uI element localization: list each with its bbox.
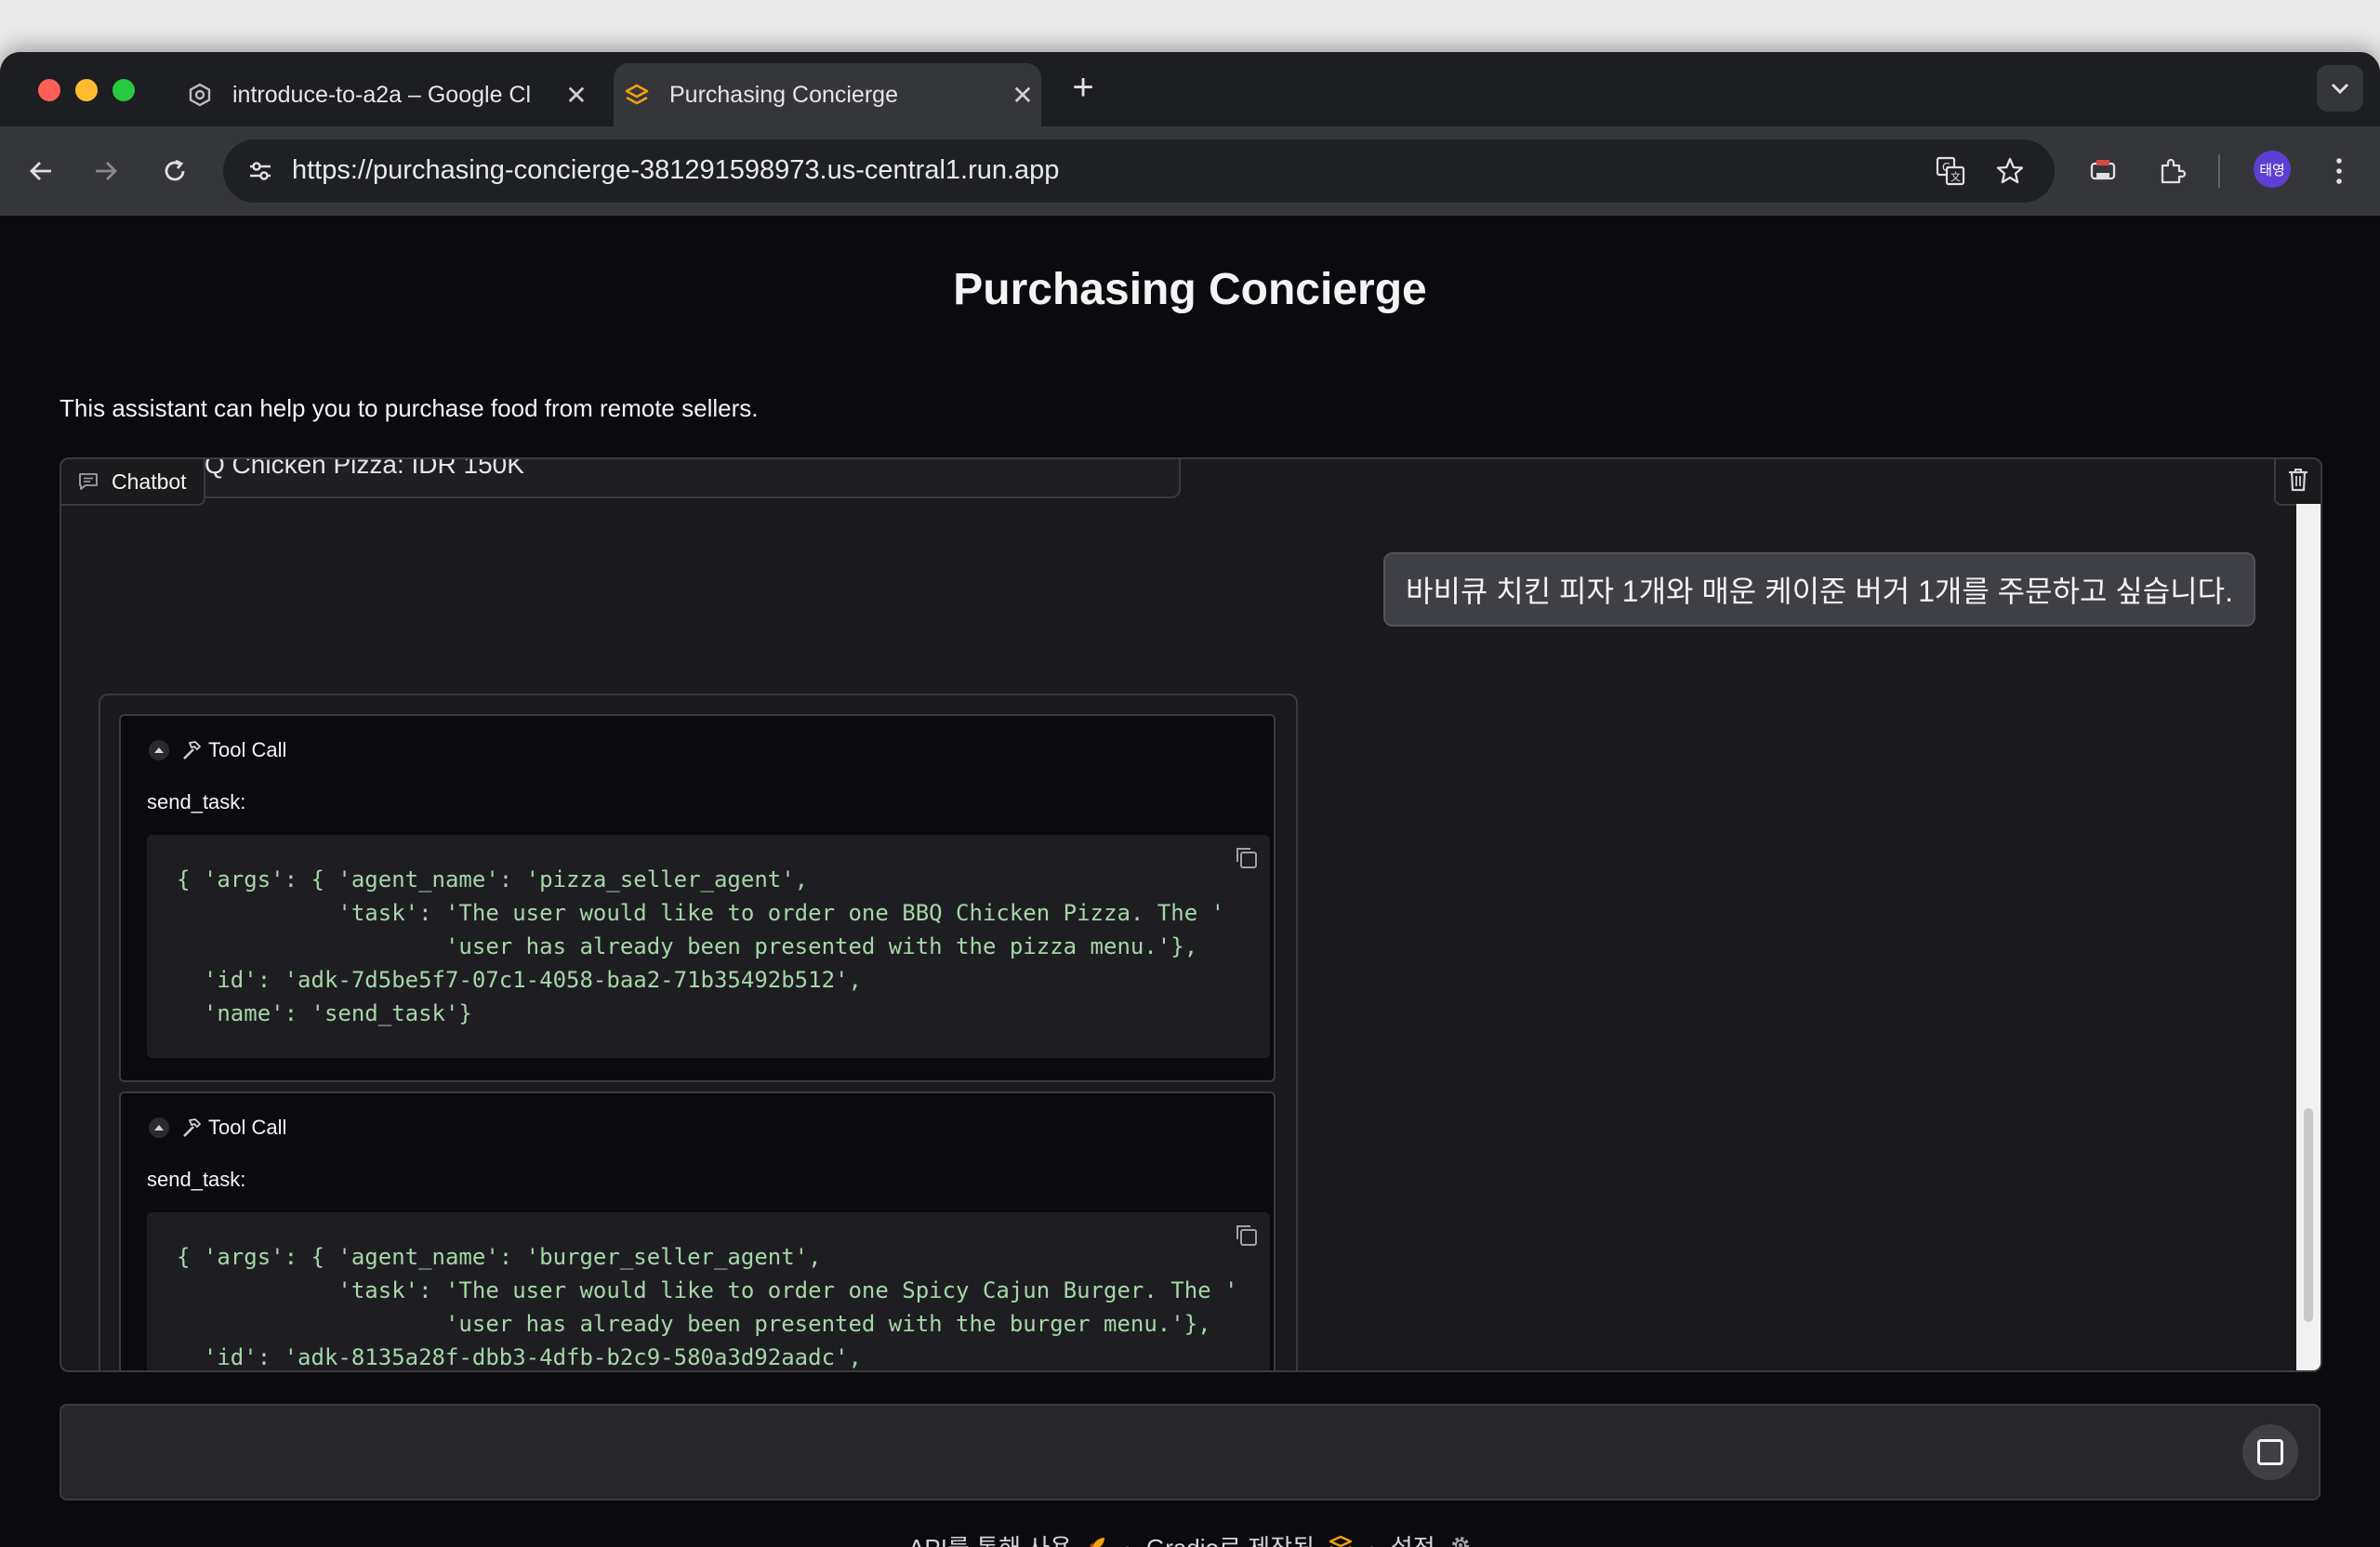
user-message-text: 바비큐 치킨 피자 1개와 매운 케이준 버거 1개를 주문하고 싶습니다.: [1406, 575, 2233, 608]
tool-call-header[interactable]: Tool Call: [149, 1116, 286, 1140]
previous-message-text: Q Chicken Pizza: IDR 150K: [205, 457, 524, 479]
chatbot-label-text: Chatbot: [112, 469, 187, 494]
tab-purchasing-concierge[interactable]: Purchasing Concierge ✕: [614, 63, 1041, 126]
tab-title: introduce-to-a2a – Google Cl: [232, 81, 532, 108]
gradio-logo-icon: [623, 81, 651, 109]
collapse-icon[interactable]: [149, 740, 169, 760]
address-bar[interactable]: https://purchasing-concierge-38129159897…: [223, 139, 2055, 203]
user-message: 바비큐 치킨 피자 1개와 매운 케이준 버거 1개를 주문하고 싶습니다.: [1383, 552, 2255, 627]
browser-menu-icon[interactable]: [2317, 149, 2361, 193]
cloud-shell-icon: [186, 81, 214, 109]
forward-icon[interactable]: [84, 149, 128, 193]
reload-icon[interactable]: [152, 149, 197, 193]
code-text: { 'args': { 'agent_name': 'burger_seller…: [177, 1244, 1238, 1370]
toolbar-divider: [2218, 154, 2220, 188]
footer-separator: ·: [1368, 1532, 1376, 1547]
tab-search-icon[interactable]: [2317, 65, 2363, 112]
tab-close-icon[interactable]: ✕: [1004, 80, 1041, 111]
use-via-api-link[interactable]: API를 통해 사용: [908, 1529, 1108, 1547]
tab-close-icon[interactable]: ✕: [558, 80, 595, 111]
browser-window: introduce-to-a2a – Google Cl ✕ Purchasin…: [0, 52, 2380, 1547]
built-with-gradio-link[interactable]: Gradio로 제작됨: [1146, 1529, 1353, 1547]
page-description: This assistant can help you to purchase …: [60, 394, 759, 422]
tab-introduce-to-a2a[interactable]: introduce-to-a2a – Google Cl ✕: [177, 63, 595, 126]
tool-call-card: Tool Call send_task: { 'args': { 'agent_…: [119, 1091, 1276, 1370]
extensions-icon[interactable]: [2149, 149, 2194, 193]
chat-icon: [78, 472, 99, 491]
cast-icon[interactable]: [2081, 149, 2125, 193]
rocket-icon: [1086, 1534, 1108, 1547]
code-text: { 'args': { 'agent_name': 'pizza_seller_…: [177, 866, 1225, 1026]
window-minimize-button[interactable]: [75, 79, 98, 101]
hammer-icon: [180, 739, 203, 761]
bookmark-star-icon[interactable]: [1991, 152, 2029, 190]
copy-icon[interactable]: [1231, 842, 1261, 872]
previous-bot-message: Q Chicken Pizza: IDR 150K: [154, 457, 1181, 498]
tool-function-name: send_task:: [147, 1168, 246, 1191]
stop-button[interactable]: [2242, 1424, 2298, 1480]
page-content: Purchasing Concierge This assistant can …: [0, 216, 2380, 1547]
tool-function-name: send_task:: [147, 790, 246, 813]
stop-icon: [2257, 1439, 2283, 1465]
chatbot-label: Chatbot: [61, 459, 205, 506]
footer: API를 통해 사용 · Gradio로 제작됨 · 설정: [0, 1529, 2380, 1547]
hammer-icon: [180, 1117, 203, 1139]
trash-icon: [2288, 468, 2308, 496]
copy-icon[interactable]: [1231, 1220, 1261, 1250]
tool-call-title: Tool Call: [208, 738, 287, 761]
svg-text:文: 文: [1950, 170, 1961, 183]
tool-call-card: Tool Call send_task: { 'args': { 'agent_…: [119, 714, 1276, 1082]
collapse-icon[interactable]: [149, 1117, 169, 1138]
translate-icon[interactable]: G文: [1932, 152, 1969, 190]
window-zoom-button[interactable]: [112, 79, 135, 101]
code-block: { 'args': { 'agent_name': 'pizza_seller_…: [147, 835, 1270, 1058]
new-tab-icon[interactable]: +: [1064, 69, 1102, 106]
tab-title: Purchasing Concierge: [669, 81, 898, 108]
tool-call-header[interactable]: Tool Call: [149, 738, 286, 762]
site-info-icon[interactable]: [244, 154, 277, 188]
code-block: { 'args': { 'agent_name': 'burger_seller…: [147, 1212, 1270, 1370]
chat-scrollbar[interactable]: [2296, 504, 2320, 1370]
message-input[interactable]: [60, 1404, 2320, 1501]
gear-icon: [1449, 1534, 1472, 1547]
clear-chat-button[interactable]: [2274, 459, 2320, 506]
footer-separator: ·: [1123, 1532, 1131, 1547]
gradio-logo-icon: [1329, 1534, 1353, 1547]
tab-strip: introduce-to-a2a – Google Cl ✕ Purchasin…: [0, 52, 2380, 126]
url-text[interactable]: https://purchasing-concierge-38129159897…: [292, 155, 1059, 186]
scrollbar-thumb[interactable]: [2304, 1108, 2313, 1322]
window-close-button[interactable]: [38, 79, 60, 101]
chatbot-panel[interactable]: Q Chicken Pizza: IDR 150K Chatbot 바비큐 치킨…: [60, 457, 2322, 1372]
tool-call-title: Tool Call: [208, 1116, 287, 1139]
profile-avatar[interactable]: 태영: [2254, 151, 2291, 188]
browser-toolbar: https://purchasing-concierge-38129159897…: [0, 126, 2380, 216]
page-title: Purchasing Concierge: [953, 265, 1427, 314]
settings-link[interactable]: 설정: [1391, 1529, 1472, 1547]
back-icon[interactable]: [19, 149, 63, 193]
bot-message: Tool Call send_task: { 'args': { 'agent_…: [99, 694, 1298, 1370]
